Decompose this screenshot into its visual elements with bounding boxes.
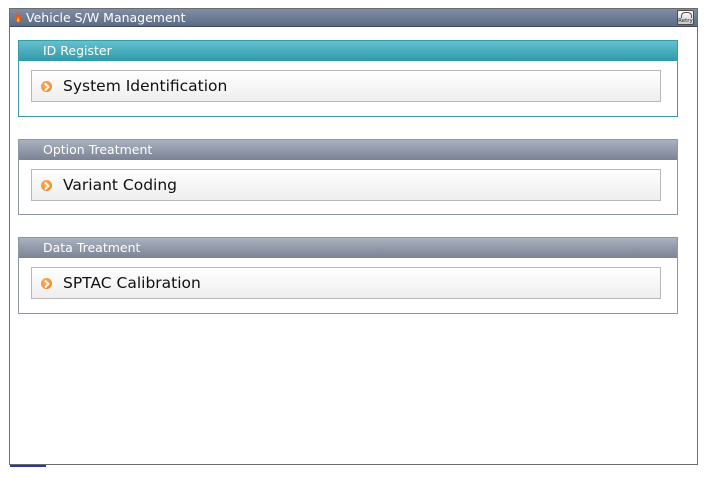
item-label: Variant Coding bbox=[63, 176, 178, 194]
flame-icon bbox=[14, 12, 22, 23]
group-data-treatment: Data Treatment SPTAC Calibration bbox=[18, 237, 678, 314]
arrow-bullet-icon bbox=[41, 180, 52, 191]
group-option-treatment: Option Treatment Variant Coding bbox=[18, 139, 678, 215]
bottom-indicator bbox=[10, 465, 46, 467]
item-label: SPTAC Calibration bbox=[63, 274, 201, 292]
variant-coding-button[interactable]: Variant Coding bbox=[31, 169, 661, 201]
retry-button[interactable]: Retry bbox=[677, 10, 694, 25]
group-header: Data Treatment bbox=[19, 238, 677, 258]
group-header: Option Treatment bbox=[19, 140, 677, 160]
sptac-calibration-button[interactable]: SPTAC Calibration bbox=[31, 267, 661, 299]
retry-label: Retry bbox=[678, 18, 693, 24]
title-bar: Vehicle S/W Management Retry bbox=[10, 9, 697, 27]
group-header: ID Register bbox=[19, 41, 677, 61]
window-title: Vehicle S/W Management bbox=[26, 10, 186, 25]
item-label: System Identification bbox=[63, 77, 228, 95]
group-id-register: ID Register System Identification bbox=[18, 40, 678, 117]
arrow-bullet-icon bbox=[41, 278, 52, 289]
main-window: Vehicle S/W Management Retry ID Register… bbox=[9, 8, 698, 465]
system-identification-button[interactable]: System Identification bbox=[31, 70, 661, 102]
arrow-bullet-icon bbox=[41, 81, 52, 92]
